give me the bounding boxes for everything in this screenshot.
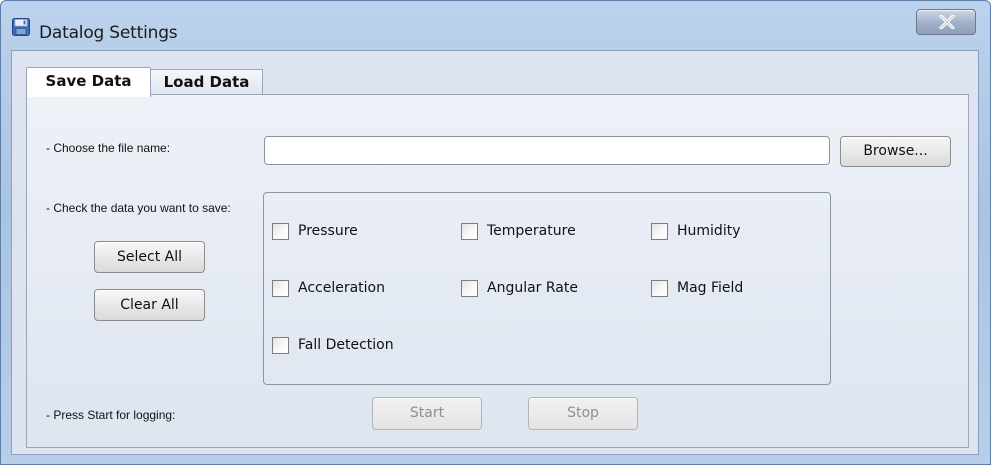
start-button[interactable]: Start — [372, 397, 482, 430]
clear-all-button[interactable]: Clear All — [94, 289, 205, 321]
stop-button[interactable]: Stop — [528, 397, 638, 430]
checkbox-box[interactable] — [461, 280, 478, 297]
checkbox-label: Fall Detection — [298, 337, 394, 353]
checkbox-label: Temperature — [487, 223, 576, 239]
checkbox-label: Humidity — [677, 223, 741, 239]
press-start-label: - Press Start for logging: — [46, 408, 176, 422]
checkbox-label: Mag Field — [677, 280, 744, 296]
select-all-button[interactable]: Select All — [94, 241, 205, 273]
checkbox-box[interactable] — [461, 223, 478, 240]
checkbox-box[interactable] — [272, 280, 289, 297]
checkbox-box[interactable] — [272, 223, 289, 240]
check-data-label: - Check the data you want to save: — [46, 201, 231, 215]
checkbox-label: Pressure — [298, 223, 358, 239]
checkbox-label: Angular Rate — [487, 280, 578, 296]
file-name-label: - Choose the file name: — [46, 141, 171, 155]
file-name-input[interactable] — [264, 136, 830, 165]
checkbox-label: Acceleration — [298, 280, 385, 296]
panel-content: - Choose the file name: Browse... - Chec… — [0, 0, 991, 465]
browse-button[interactable]: Browse... — [840, 136, 951, 167]
checkbox-box[interactable] — [272, 337, 289, 354]
checkbox-box[interactable] — [651, 223, 668, 240]
checkbox-box[interactable] — [651, 280, 668, 297]
